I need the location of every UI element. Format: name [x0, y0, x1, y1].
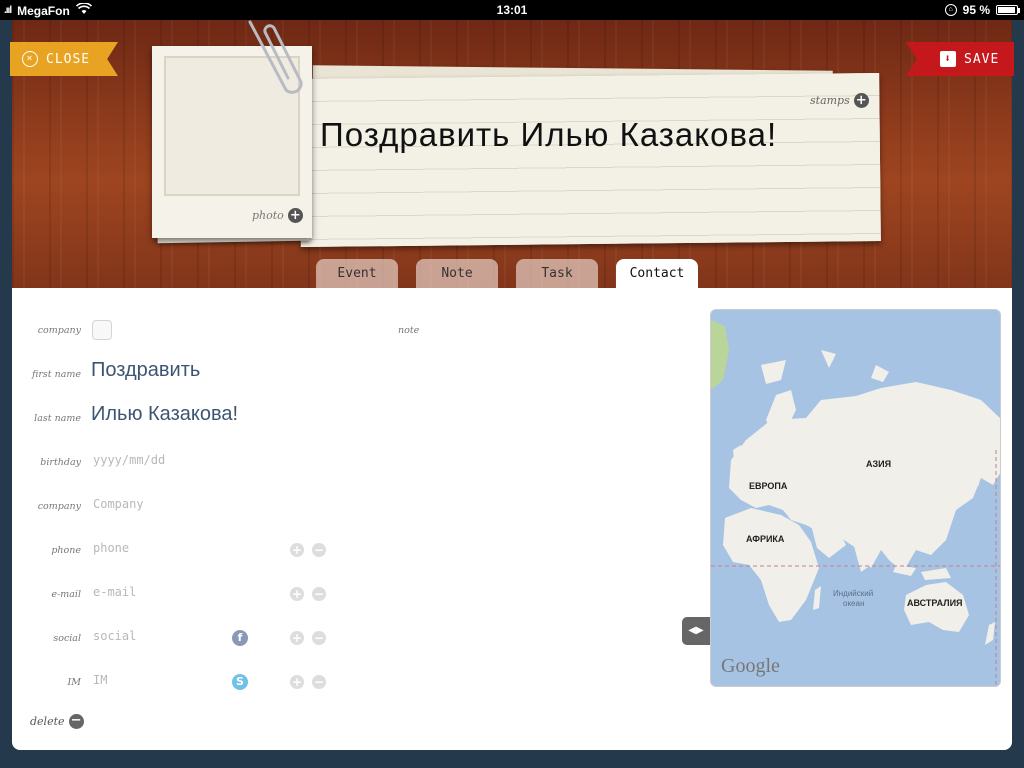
close-icon: ×	[22, 51, 38, 67]
stamps-button[interactable]: stamps +	[810, 93, 869, 108]
note-label: note	[398, 325, 420, 336]
tab-contact[interactable]: Contact	[616, 259, 698, 289]
company-field[interactable]: Company	[93, 497, 144, 511]
remove-im-icon[interactable]: −	[312, 675, 326, 689]
email-field[interactable]: e-mail	[93, 585, 136, 599]
birthday-label: birthday	[40, 457, 81, 468]
map-view[interactable]: ЕВРОПА АЗИЯ АФРИКА АВСТРАЛИЯ Индийский о…	[710, 309, 1001, 687]
facebook-icon[interactable]: f	[232, 630, 248, 646]
world-map	[711, 320, 1000, 686]
save-button[interactable]: ⬇ SAVE	[906, 42, 1014, 76]
add-social-icon[interactable]: +	[290, 631, 304, 645]
photo-label: photo	[252, 209, 284, 222]
company-checkbox-label: company	[37, 325, 81, 336]
remove-phone-icon[interactable]: −	[312, 543, 326, 557]
save-icon: ⬇	[940, 51, 956, 67]
tab-event[interactable]: Event	[316, 259, 398, 289]
im-field[interactable]: IM	[93, 673, 107, 687]
add-im-icon[interactable]: +	[290, 675, 304, 689]
status-bar: .ııl MegaFon 13:01 ⌂ 95 %	[0, 0, 1024, 20]
map-label-australia: АВСТРАЛИЯ	[907, 598, 963, 608]
social-label: social	[53, 633, 81, 644]
rotation-lock-icon: ⌂	[944, 4, 957, 16]
map-label-asia: АЗИЯ	[866, 459, 892, 469]
battery-icon	[996, 5, 1020, 15]
phone-field[interactable]: phone	[93, 541, 129, 555]
map-toggle-button[interactable]: ◀▶	[682, 617, 710, 645]
remove-email-icon[interactable]: −	[312, 587, 326, 601]
social-field[interactable]: social	[93, 629, 136, 643]
birthday-field[interactable]: yyyy/mm/dd	[93, 453, 165, 467]
status-time: 13:01	[496, 3, 528, 17]
battery-percent: 95 %	[962, 3, 990, 17]
map-label-indian-ocean-1: Индийский	[833, 589, 874, 598]
stamps-label: stamps	[810, 94, 850, 107]
title-paper	[299, 72, 881, 248]
save-label: SAVE	[964, 51, 1000, 67]
delete-label: delete	[30, 715, 65, 728]
tab-note[interactable]: Note	[416, 259, 498, 289]
company-label: company	[37, 501, 81, 512]
note-title[interactable]: Поздравить Илью Казакова!	[320, 116, 786, 154]
close-button[interactable]: × CLOSE	[10, 42, 118, 76]
add-email-icon[interactable]: +	[290, 587, 304, 601]
company-checkbox[interactable]	[92, 320, 112, 340]
map-label-indian-ocean-2: океан	[843, 599, 865, 608]
email-label: e-mail	[51, 589, 81, 600]
add-photo-button[interactable]: photo +	[252, 208, 303, 223]
delete-button[interactable]: delete −	[30, 714, 84, 729]
google-logo: Google	[721, 655, 780, 677]
plus-icon: +	[287, 208, 303, 223]
first-name-label: first name	[31, 369, 81, 380]
first-name-field[interactable]: Поздравить	[91, 359, 251, 382]
plus-icon: +	[853, 93, 869, 108]
close-label: CLOSE	[46, 51, 91, 67]
remove-social-icon[interactable]: −	[312, 631, 326, 645]
minus-icon: −	[68, 714, 84, 729]
phone-label: phone	[51, 545, 81, 556]
paperclip-icon	[248, 20, 303, 94]
skype-icon[interactable]: S	[232, 674, 248, 690]
im-label: IM	[67, 677, 81, 688]
map-label-africa: АФРИКА	[746, 534, 785, 544]
last-name-label: last name	[34, 413, 81, 424]
last-name-field[interactable]: Илью Казакова!	[91, 403, 251, 426]
map-label-europe: ЕВРОПА	[749, 481, 788, 491]
add-phone-icon[interactable]: +	[290, 543, 304, 557]
tab-task[interactable]: Task	[516, 259, 598, 289]
